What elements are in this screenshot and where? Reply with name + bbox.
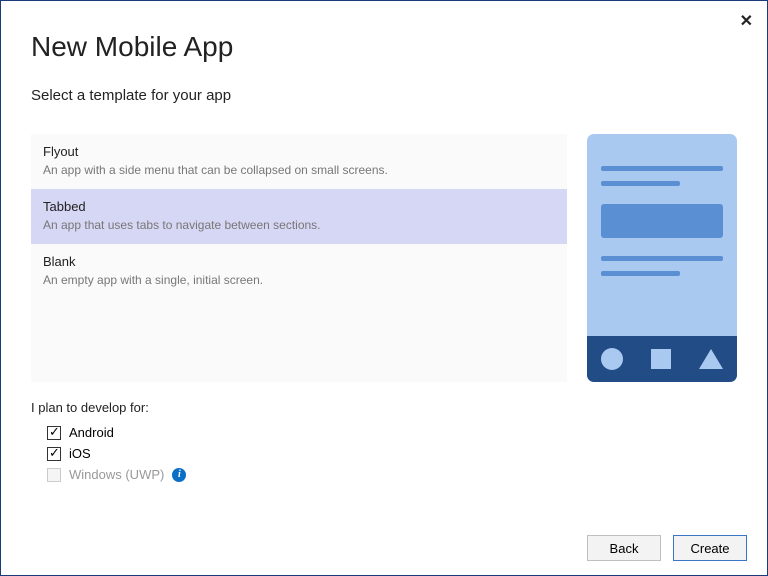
template-name: Blank (43, 254, 555, 269)
platform-ios[interactable]: iOS (47, 446, 737, 461)
template-desc: An app with a side menu that can be coll… (43, 163, 555, 177)
phone-tabbar (587, 336, 737, 382)
create-button[interactable]: Create (673, 535, 747, 561)
checkbox-icon (47, 468, 61, 482)
tab-circle-icon (601, 348, 623, 370)
preview-line (601, 166, 723, 171)
back-button[interactable]: Back (587, 535, 661, 561)
template-item-tabbed[interactable]: Tabbed An app that uses tabs to navigate… (31, 189, 567, 244)
dialog-footer: Back Create (587, 535, 747, 561)
platform-label: iOS (69, 446, 91, 461)
platform-label: Windows (UWP) (69, 467, 164, 482)
template-name: Flyout (43, 144, 555, 159)
new-mobile-app-dialog: ✕ New Mobile App Select a template for y… (0, 0, 768, 576)
template-list: Flyout An app with a side menu that can … (31, 134, 567, 382)
preview-line (601, 181, 680, 186)
template-preview (587, 134, 737, 382)
close-button[interactable]: ✕ (740, 11, 753, 31)
phone-mockup (587, 134, 737, 382)
template-desc: An app that uses tabs to navigate betwee… (43, 218, 555, 232)
tab-triangle-icon (699, 349, 723, 369)
platform-windows-uwp: Windows (UWP) i (47, 467, 737, 482)
develop-for-label: I plan to develop for: (31, 400, 737, 415)
info-icon[interactable]: i (172, 468, 186, 482)
template-item-flyout[interactable]: Flyout An app with a side menu that can … (31, 134, 567, 189)
dialog-subtitle: Select a template for your app (31, 87, 737, 104)
platform-android[interactable]: Android (47, 425, 737, 440)
preview-line (601, 271, 680, 276)
template-item-blank[interactable]: Blank An empty app with a single, initia… (31, 244, 567, 299)
checkbox-icon[interactable] (47, 426, 61, 440)
preview-line (601, 256, 723, 261)
template-name: Tabbed (43, 199, 555, 214)
checkbox-icon[interactable] (47, 447, 61, 461)
preview-block (601, 204, 723, 238)
platform-label: Android (69, 425, 114, 440)
dialog-title: New Mobile App (31, 31, 737, 63)
tab-square-icon (651, 349, 671, 369)
template-desc: An empty app with a single, initial scre… (43, 273, 555, 287)
